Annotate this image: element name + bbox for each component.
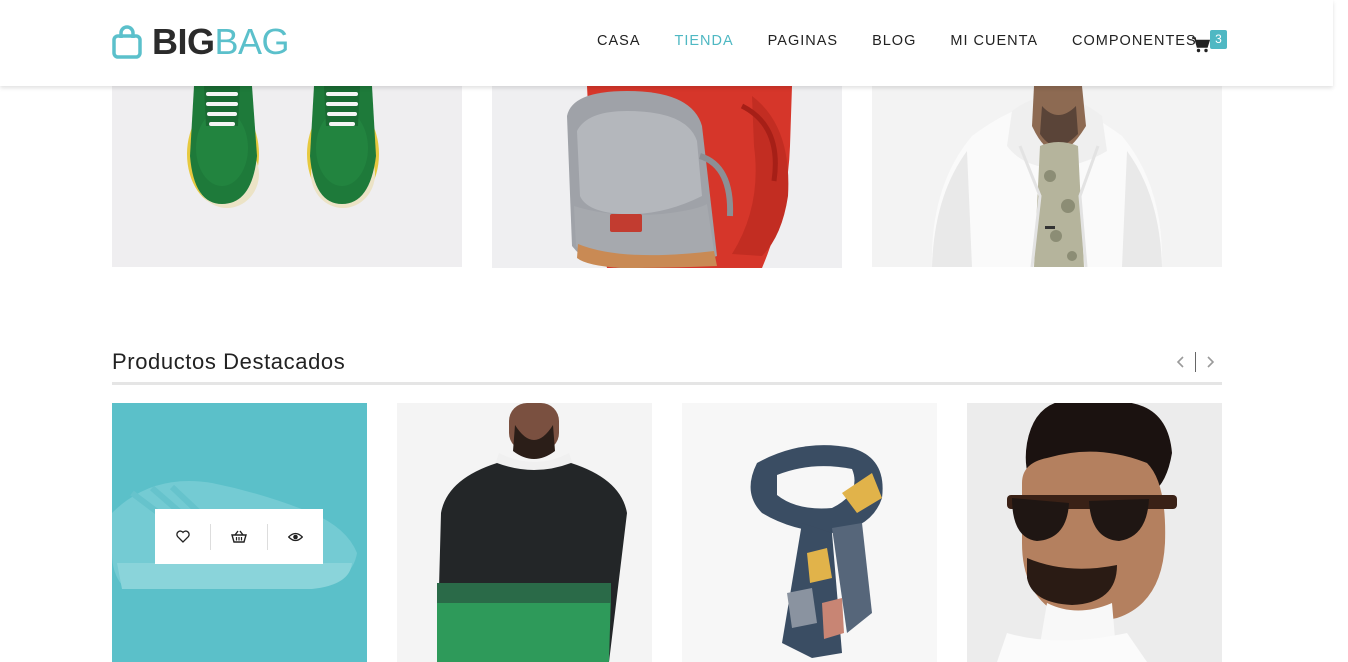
slider-nav-divider bbox=[1195, 352, 1196, 372]
featured-slider-nav bbox=[1172, 352, 1219, 372]
section-divider bbox=[112, 382, 1222, 385]
nav-item-blog[interactable]: BLOG bbox=[872, 33, 916, 49]
featured-section-title: Productos Destacados bbox=[112, 349, 346, 374]
brand-name-bag: BAG bbox=[214, 21, 290, 62]
product-quick-actions bbox=[155, 509, 323, 564]
heart-icon bbox=[175, 530, 190, 543]
nav-item-casa[interactable]: CASA bbox=[597, 33, 641, 49]
quick-view-button[interactable] bbox=[268, 509, 323, 564]
eye-icon bbox=[287, 532, 303, 541]
nav-item-componentes[interactable]: COMPONENTES bbox=[1072, 33, 1197, 49]
nav-item-mi-cuenta[interactable]: MI CUENTA bbox=[950, 33, 1038, 49]
site-header: BIGBAG CASA TIENDA PAGINAS BLOG MI CUENT… bbox=[0, 0, 1333, 86]
add-to-cart-button[interactable] bbox=[211, 509, 266, 564]
brand-name-big: BIG bbox=[152, 21, 215, 62]
product-card-sneaker[interactable] bbox=[112, 403, 367, 662]
scarf-image bbox=[750, 445, 883, 658]
sneakers-image bbox=[187, 86, 379, 208]
slider-next-button[interactable] bbox=[1203, 352, 1219, 372]
cart-icon bbox=[1192, 37, 1210, 53]
basket-icon bbox=[231, 530, 247, 543]
product-card-sweater[interactable] bbox=[397, 403, 652, 662]
nav-item-tienda[interactable]: TIENDA bbox=[675, 33, 734, 49]
brand-logo[interactable]: BIGBAG bbox=[112, 21, 290, 62]
sweater-image bbox=[437, 403, 627, 662]
slider-prev-button[interactable] bbox=[1172, 352, 1188, 372]
banner-sneakers[interactable] bbox=[112, 86, 462, 267]
sunglasses-image bbox=[997, 403, 1177, 662]
shopping-bag-icon bbox=[112, 25, 142, 59]
nav-item-paginas[interactable]: PAGINAS bbox=[768, 33, 838, 49]
banner-jacket[interactable] bbox=[872, 86, 1222, 267]
cart-count-badge: 3 bbox=[1210, 30, 1227, 49]
banner-backpack[interactable] bbox=[492, 86, 842, 268]
add-to-wishlist-button[interactable] bbox=[155, 509, 210, 564]
backpack-image bbox=[567, 86, 792, 268]
chevron-left-icon bbox=[1176, 356, 1184, 368]
chevron-right-icon bbox=[1207, 356, 1215, 368]
product-card-scarf[interactable] bbox=[682, 403, 937, 662]
main-nav: CASA TIENDA PAGINAS BLOG MI CUENTA COMPO… bbox=[597, 33, 1231, 49]
cart-button[interactable]: 3 bbox=[1192, 30, 1228, 54]
product-card-sunglasses[interactable] bbox=[967, 403, 1222, 662]
jacket-image bbox=[931, 86, 1163, 267]
